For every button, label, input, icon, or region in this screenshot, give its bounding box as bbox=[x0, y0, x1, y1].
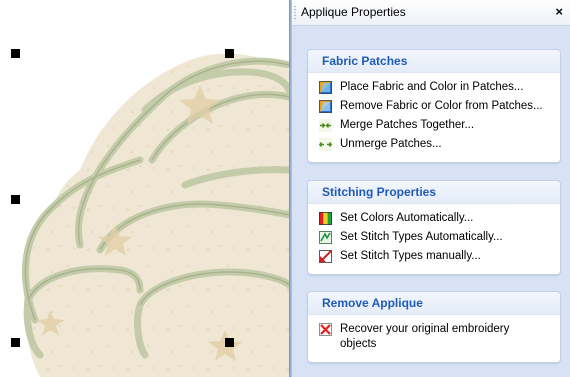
close-button[interactable]: × bbox=[555, 4, 563, 20]
set-stitch-auto-icon bbox=[319, 231, 332, 244]
group-header: Fabric Patches bbox=[308, 50, 560, 73]
panel-title: Applique Properties bbox=[301, 5, 406, 19]
item-label: Set Stitch Types Automatically... bbox=[340, 231, 503, 243]
selection-handle[interactable] bbox=[11, 195, 20, 204]
item-label: Recover your original embroidery objects bbox=[340, 323, 510, 350]
design-canvas[interactable] bbox=[0, 0, 289, 377]
group-header: Stitching Properties bbox=[308, 181, 560, 204]
item-label: Merge Patches Together... bbox=[340, 119, 475, 131]
item-label: Place Fabric and Color in Patches... bbox=[340, 81, 524, 93]
unmerge-patches-icon bbox=[319, 138, 332, 151]
place-fabric-link[interactable]: Place Fabric and Color in Patches... bbox=[319, 80, 560, 99]
group-stitching-properties: Stitching Properties Set Colors Automati… bbox=[307, 180, 561, 275]
item-label: Remove Fabric or Color from Patches... bbox=[340, 100, 543, 112]
set-stitch-manual-link[interactable]: Set Stitch Types manually... bbox=[319, 249, 560, 268]
group-fabric-patches: Fabric Patches Place Fabric and Color in… bbox=[307, 49, 561, 163]
item-label: Unmerge Patches... bbox=[340, 138, 442, 150]
group-remove-applique: Remove Applique Recover your original em… bbox=[307, 291, 561, 363]
recover-embroidery-icon bbox=[319, 323, 332, 336]
selection-handle[interactable] bbox=[225, 338, 234, 347]
panel-titlebar[interactable]: Applique Properties × bbox=[292, 0, 570, 26]
merge-patches-icon bbox=[319, 119, 332, 132]
remove-fabric-icon bbox=[319, 100, 332, 113]
selection-handle[interactable] bbox=[225, 49, 234, 58]
group-header: Remove Applique bbox=[308, 292, 560, 315]
item-label: Set Colors Automatically... bbox=[340, 212, 474, 224]
set-colors-link[interactable]: Set Colors Automatically... bbox=[319, 211, 560, 230]
merge-patches-link[interactable]: Merge Patches Together... bbox=[319, 118, 560, 137]
set-stitch-manual-icon bbox=[319, 250, 332, 263]
place-fabric-icon bbox=[319, 81, 332, 94]
selection-handle[interactable] bbox=[11, 49, 20, 58]
remove-fabric-link[interactable]: Remove Fabric or Color from Patches... bbox=[319, 99, 560, 118]
drag-grip-icon[interactable] bbox=[294, 5, 296, 21]
recover-embroidery-link[interactable]: Recover your original embroidery objects bbox=[319, 322, 560, 356]
unmerge-patches-link[interactable]: Unmerge Patches... bbox=[319, 137, 560, 156]
applique-design[interactable] bbox=[0, 0, 289, 377]
item-label: Set Stitch Types manually... bbox=[340, 250, 481, 262]
set-stitch-auto-link[interactable]: Set Stitch Types Automatically... bbox=[319, 230, 560, 249]
applique-properties-panel: Applique Properties × Fabric Patches Pla… bbox=[292, 0, 570, 377]
set-colors-icon bbox=[319, 212, 332, 225]
selection-handle[interactable] bbox=[11, 338, 20, 347]
